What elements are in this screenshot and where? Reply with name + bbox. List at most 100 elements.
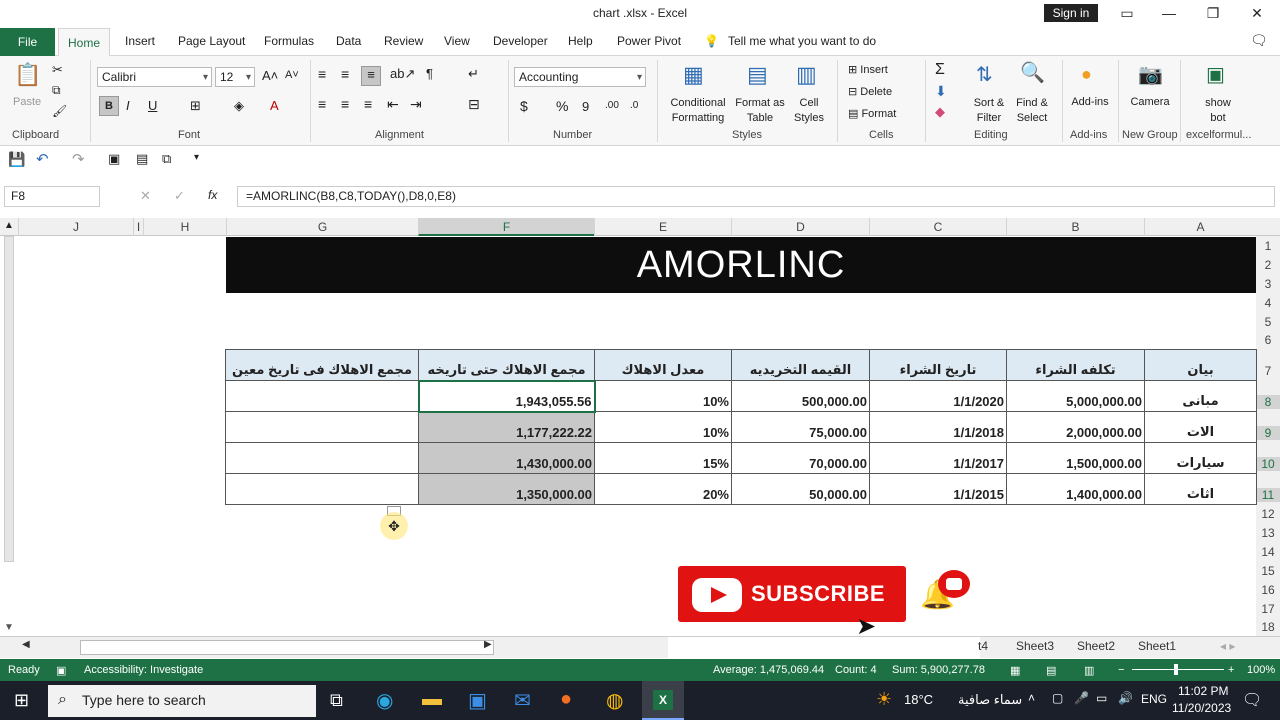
enter-icon[interactable]: ✓ <box>174 188 185 204</box>
store-icon[interactable]: ▣ <box>468 688 487 713</box>
microphone-icon[interactable]: 🎤 <box>1074 691 1089 705</box>
cut-icon[interactable]: ✂ <box>52 62 63 78</box>
network-icon[interactable]: ▭ <box>1096 691 1107 705</box>
show-bot-button[interactable]: show bot <box>1196 96 1240 126</box>
sort-filter-icon[interactable]: ⇅ <box>976 62 993 87</box>
table-cell[interactable]: 2,000,000.00 <box>1006 411 1145 443</box>
align-left-icon[interactable]: ≡ <box>318 96 326 112</box>
zoom-out-icon[interactable]: − <box>1118 664 1124 676</box>
tab-formulas[interactable]: Formulas <box>264 34 314 48</box>
align-top-icon[interactable]: ≡ <box>318 66 326 82</box>
autosum-icon[interactable]: Σ <box>935 61 945 79</box>
row-header[interactable]: 17 <box>1256 602 1280 616</box>
sheet-tab[interactable]: Sheet3 <box>1016 639 1054 653</box>
tab-scroll-left-icon[interactable]: ◀ <box>22 639 30 650</box>
orientation-icon[interactable]: ab↗ <box>390 66 415 82</box>
column-header-b[interactable]: B <box>1006 218 1144 236</box>
accessibility-button[interactable]: Accessibility: Investigate <box>84 664 203 676</box>
row-header[interactable]: 6 <box>1256 333 1280 347</box>
table-cell[interactable]: 1/1/2017 <box>869 442 1007 474</box>
table-cell[interactable]: 1,430,000.00 <box>418 442 595 474</box>
row-header[interactable]: 2 <box>1256 258 1280 272</box>
sheet-tab[interactable]: t4 <box>978 639 988 653</box>
clear-icon[interactable]: ◆ <box>935 104 945 120</box>
table-header-cell[interactable]: القيمه التخريديه <box>731 349 870 381</box>
merge-center-icon[interactable]: ⊟ <box>468 96 480 113</box>
addins-button[interactable]: Add-ins <box>1066 96 1114 108</box>
delete-cells-button[interactable]: ⊟ Delete <box>848 85 918 98</box>
ribbon-display-icon[interactable]: ▭ <box>1112 2 1142 24</box>
decrease-indent-icon[interactable]: ⇤ <box>387 96 399 113</box>
row-header[interactable]: 8 <box>1256 395 1280 409</box>
column-header-e[interactable]: E <box>594 218 731 236</box>
customize-qat-icon[interactable]: ▾ <box>194 152 199 163</box>
row-header[interactable]: 1 <box>1256 239 1280 253</box>
table-cell[interactable]: 1,177,222.22 <box>418 411 595 443</box>
font-size-select[interactable]: 12 <box>215 67 255 87</box>
table-cell[interactable] <box>225 380 419 412</box>
format-painter-icon[interactable]: 🖌 <box>52 104 67 118</box>
horizontal-scrollbar[interactable] <box>80 640 494 655</box>
notifications-icon[interactable]: 🗨 <box>1242 690 1262 710</box>
table-header-cell[interactable]: تكلفه الشراء <box>1006 349 1145 381</box>
row-header[interactable]: 13 <box>1256 526 1280 540</box>
insert-function-icon[interactable]: fx <box>208 188 217 202</box>
table-header-cell[interactable]: معدل الاهلاك <box>594 349 732 381</box>
form-icon[interactable]: ▤ <box>136 151 148 167</box>
table-cell[interactable]: 75,000.00 <box>731 411 870 443</box>
language-indicator[interactable]: ENG <box>1141 692 1167 706</box>
zoom-level[interactable]: 100% <box>1247 664 1275 676</box>
column-header-h[interactable]: H <box>143 218 226 236</box>
formula-input[interactable]: =AMORLINC(B8,C8,TODAY(),D8,0,E8) <box>237 186 1275 207</box>
column-header-c[interactable]: C <box>869 218 1006 236</box>
row-header[interactable]: 16 <box>1256 583 1280 597</box>
underline-button[interactable]: U <box>148 98 157 113</box>
zoom-slider[interactable] <box>1132 669 1224 670</box>
column-header-g[interactable]: G <box>226 218 418 236</box>
table-cell[interactable]: 10% <box>594 380 732 412</box>
normal-view-icon[interactable]: ▦ <box>1010 664 1020 677</box>
percent-icon[interactable]: % <box>556 98 568 114</box>
tab-developer[interactable]: Developer <box>493 34 548 48</box>
table-cell[interactable]: الات <box>1144 411 1257 443</box>
table-cell-active[interactable]: 1,943,055.56 <box>417 379 596 413</box>
status-sum[interactable]: Sum: 5,900,277.78 <box>892 664 985 676</box>
windows-start-icon[interactable]: ⊞ <box>14 690 29 711</box>
file-explorer-icon[interactable]: ▬ <box>422 688 442 711</box>
column-header-a[interactable]: A <box>1144 218 1256 236</box>
sort-filter-button[interactable]: Sort & Filter <box>969 96 1009 126</box>
table-cell[interactable]: 5,000,000.00 <box>1006 380 1145 412</box>
fill-icon[interactable]: ⬇ <box>935 83 947 100</box>
table-header-cell[interactable]: تاريخ الشراء <box>869 349 1007 381</box>
table-cell[interactable]: 20% <box>594 473 732 505</box>
scroll-right-icon[interactable]: ▶ <box>484 639 492 650</box>
name-box[interactable]: F8 <box>4 186 100 207</box>
increase-font-icon[interactable]: A˄ <box>262 68 278 83</box>
macro-icon[interactable]: ▣ <box>108 151 120 167</box>
conditional-formatting-icon[interactable]: ▦ <box>683 62 704 88</box>
close-icon[interactable]: ✕ <box>1242 2 1272 24</box>
number-format-select[interactable]: Accounting <box>514 67 646 87</box>
tab-power-pivot[interactable]: Power Pivot <box>617 34 681 48</box>
table-cell[interactable]: 1,500,000.00 <box>1006 442 1145 474</box>
align-center-icon[interactable]: ≡ <box>341 96 349 112</box>
table-cell[interactable] <box>225 411 419 443</box>
row-header[interactable]: 12 <box>1256 507 1280 521</box>
font-color-icon[interactable]: A <box>270 98 279 113</box>
copy-icon[interactable]: ⧉ <box>52 83 61 98</box>
firefox-icon[interactable]: ● <box>560 688 572 711</box>
align-right-icon[interactable]: ≡ <box>364 96 372 112</box>
find-icon[interactable]: 🔍 <box>1020 60 1045 85</box>
tab-help[interactable]: Help <box>568 34 593 48</box>
task-view-icon[interactable]: ⧉ <box>330 690 343 711</box>
tab-view[interactable]: View <box>444 34 470 48</box>
italic-button[interactable]: I <box>126 98 130 113</box>
table-cell[interactable] <box>225 442 419 474</box>
tab-review[interactable]: Review <box>384 34 423 48</box>
column-header-f[interactable]: F <box>418 218 594 236</box>
table-cell[interactable]: 15% <box>594 442 732 474</box>
tray-app-icon[interactable]: ▢ <box>1052 691 1063 705</box>
align-middle-icon[interactable]: ≡ <box>341 66 349 82</box>
table-cell[interactable]: 10% <box>594 411 732 443</box>
cell-styles-icon[interactable]: ▥ <box>796 62 817 88</box>
